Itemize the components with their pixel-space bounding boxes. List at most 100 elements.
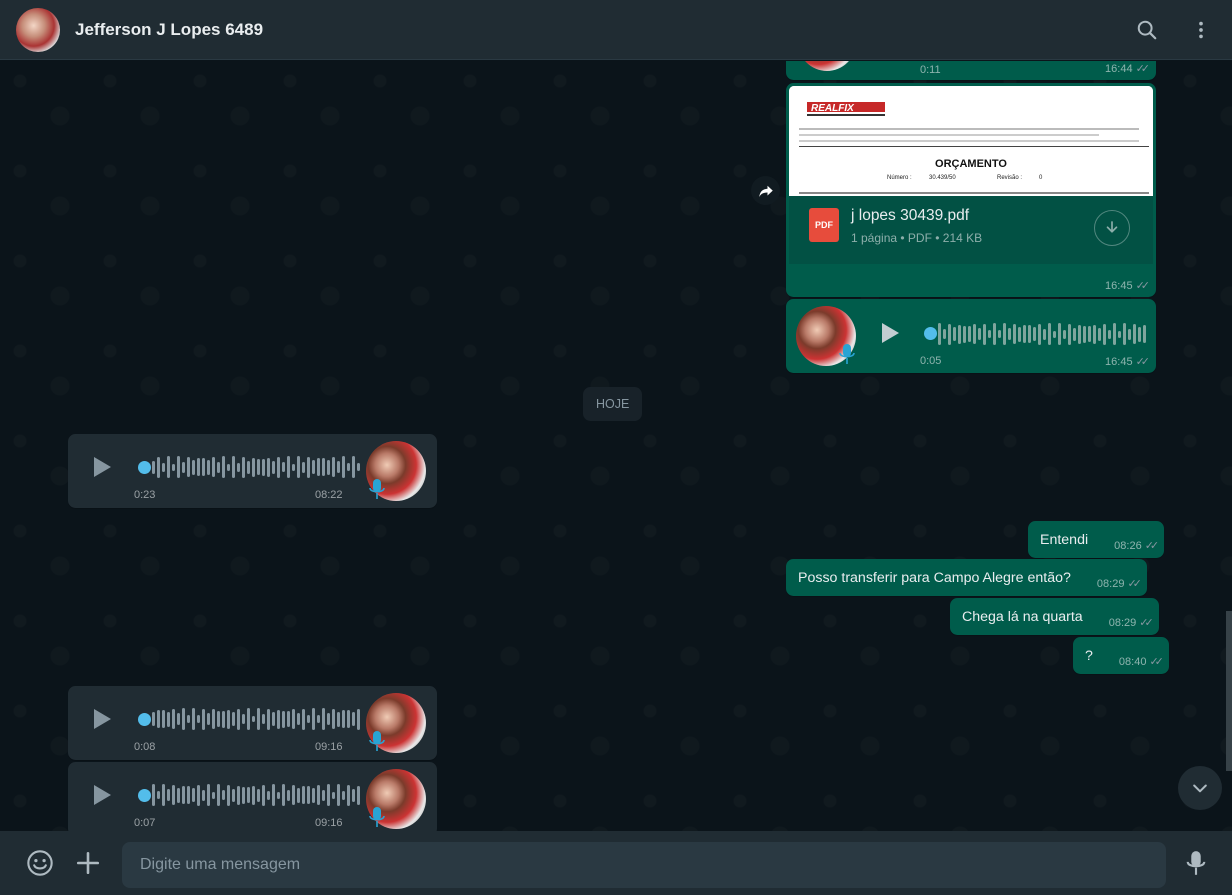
waveform-bar [187, 715, 190, 723]
voice-waveform[interactable] [152, 780, 360, 810]
waveform-bar [1108, 329, 1111, 339]
waveform-bar [242, 714, 245, 724]
waveform-bar [252, 457, 255, 477]
waveform-bar [337, 784, 340, 806]
message-time: 08:40 ✓✓ [1118, 655, 1164, 669]
message-text: Chega lá na quarta [962, 608, 1083, 625]
waveform-bar [187, 786, 190, 804]
scroll-down-button[interactable] [1178, 766, 1222, 810]
waveform-bar [222, 790, 225, 800]
chat-scrollbar[interactable] [1226, 611, 1232, 771]
contact-name[interactable]: Jefferson J Lopes 6489 [75, 20, 263, 40]
contact-avatar[interactable] [16, 7, 60, 52]
play-button[interactable] [86, 780, 116, 810]
message-input[interactable] [122, 842, 1166, 888]
waveform-bar [1028, 325, 1031, 343]
voice-progress-knob[interactable] [924, 327, 937, 340]
waveform-bar [988, 330, 991, 338]
waveform-bar [1088, 326, 1091, 342]
date-divider: HOJE [583, 387, 643, 421]
message-text: Posso transferir para Campo Alegre então… [798, 569, 1071, 586]
read-ticks-icon: ✓✓ [1135, 280, 1151, 292]
waveform-bar [247, 460, 250, 474]
waveform-bar [302, 708, 305, 730]
message-time: 09:16 [315, 817, 343, 829]
waveform-bar [247, 708, 250, 730]
text-message-outgoing: ? 08:40 ✓✓ [1073, 637, 1169, 674]
document-file-name: j lopes 30439.pdf [851, 207, 970, 224]
voice-progress-knob[interactable] [138, 713, 151, 726]
waveform-bar [347, 463, 350, 471]
read-ticks-icon: ✓✓ [1149, 656, 1164, 668]
voice-message-incoming: 0:07 09:16 [68, 762, 437, 831]
waveform-bar [212, 457, 215, 477]
waveform-bar [317, 785, 320, 805]
waveform-bar [162, 710, 165, 728]
waveform-bar [232, 712, 235, 726]
waveform-bar [938, 323, 941, 345]
waveform-bar [227, 784, 230, 806]
forward-icon[interactable] [751, 176, 780, 205]
play-button[interactable] [874, 318, 904, 348]
emoji-icon[interactable] [20, 843, 60, 883]
sender-avatar [798, 61, 856, 71]
header-actions [1132, 15, 1216, 45]
menu-icon[interactable] [1186, 15, 1216, 45]
waveform-bar [237, 462, 240, 472]
waveform-bar [312, 460, 315, 474]
waveform-bar [232, 456, 235, 478]
waveform-bar [167, 789, 170, 801]
waveform-bar [332, 709, 335, 729]
waveform-bar [347, 784, 350, 806]
document-preview[interactable]: REALFIX ORÇAMENTO Número : 30.439/50 Rev… [789, 86, 1153, 196]
voice-progress-knob[interactable] [138, 461, 151, 474]
waveform-bar [327, 459, 330, 475]
waveform-bar [167, 456, 170, 478]
document-message[interactable]: REALFIX ORÇAMENTO Número : 30.439/50 Rev… [786, 83, 1156, 297]
message-time: 08:22 [315, 489, 343, 501]
attach-plus-icon[interactable] [68, 843, 108, 883]
waveform-bar [157, 456, 160, 478]
waveform-bar [162, 462, 165, 472]
waveform-bar [217, 711, 220, 727]
doc-numero: 30.439/50 [929, 175, 956, 181]
voice-duration: 0:23 [134, 489, 156, 501]
doc-revisao-label: Revisão : [997, 175, 1022, 181]
text-message-outgoing: Entendi 08:26 ✓✓ [1028, 521, 1165, 558]
waveform-bar [1093, 324, 1096, 344]
waveform-bar [267, 790, 270, 800]
waveform-bar [352, 788, 355, 802]
waveform-bar [993, 323, 996, 345]
waveform-bar [237, 708, 240, 730]
waveform-bar [1073, 327, 1076, 341]
waveform-bar [207, 784, 210, 806]
download-icon[interactable] [1094, 210, 1130, 246]
document-info[interactable]: PDF j lopes 30439.pdf 1 página • PDF • 2… [789, 196, 1153, 264]
voice-progress-knob[interactable] [138, 789, 151, 802]
voice-message-outgoing: 0:05 16:45 ✓✓ [786, 299, 1156, 373]
waveform-bar [182, 461, 185, 473]
voice-waveform[interactable] [152, 452, 360, 482]
voice-duration: 0:11 [920, 64, 941, 76]
message-time: 16:45 ✓✓ [1105, 355, 1150, 369]
microphone-icon[interactable] [1176, 843, 1216, 883]
waveform-bar [177, 456, 180, 478]
waveform-bar [953, 327, 956, 341]
voice-waveform[interactable] [938, 319, 1146, 349]
search-icon[interactable] [1132, 15, 1162, 45]
chat-messages[interactable]: 0:11 16:44 ✓✓ REALFIX ORÇAMENTO Número:… [0, 61, 1232, 831]
waveform-bar [197, 458, 200, 476]
waveform-bar [1118, 330, 1121, 338]
play-button[interactable] [86, 452, 116, 482]
waveform-bar [327, 713, 330, 725]
read-ticks-icon: ✓✓ [1127, 578, 1142, 590]
waveform-bar [267, 457, 270, 477]
play-button[interactable] [86, 704, 116, 734]
doc-brand: REALFIX [811, 103, 855, 114]
waveform-bar [172, 463, 175, 471]
message-text: Entendi [1040, 531, 1089, 548]
waveform-bar [272, 460, 275, 474]
voice-waveform[interactable] [152, 704, 360, 734]
message-time: 09:16 [315, 741, 343, 753]
waveform-bar [282, 710, 285, 728]
